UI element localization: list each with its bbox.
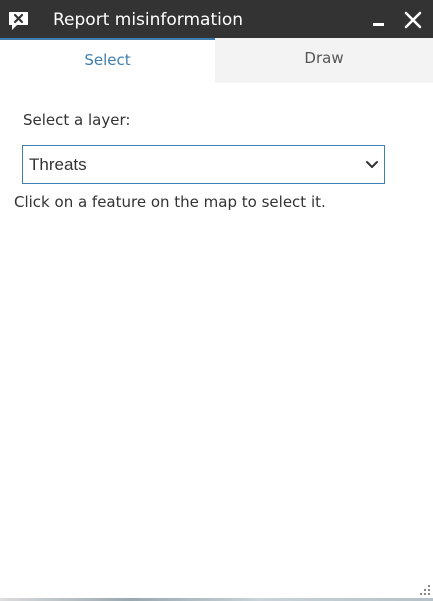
report-flag-icon (9, 12, 28, 30)
layer-dropdown-value: Threats (29, 155, 87, 174)
layer-select-label: Select a layer: (23, 111, 131, 129)
tab-select[interactable]: Select (0, 38, 215, 83)
resize-grip-icon[interactable] (419, 584, 431, 596)
layer-dropdown[interactable]: Threats (22, 145, 385, 184)
selection-hint: Click on a feature on the map to select … (14, 193, 326, 211)
tab-draw[interactable]: Draw (215, 38, 433, 83)
window-title: Report misinformation (53, 10, 244, 30)
minimize-icon[interactable] (367, 10, 389, 30)
tab-bar: Select Draw (0, 38, 433, 83)
window-titlebar: Report misinformation (0, 0, 433, 38)
chevron-down-icon (366, 161, 378, 168)
close-icon[interactable] (402, 9, 424, 31)
